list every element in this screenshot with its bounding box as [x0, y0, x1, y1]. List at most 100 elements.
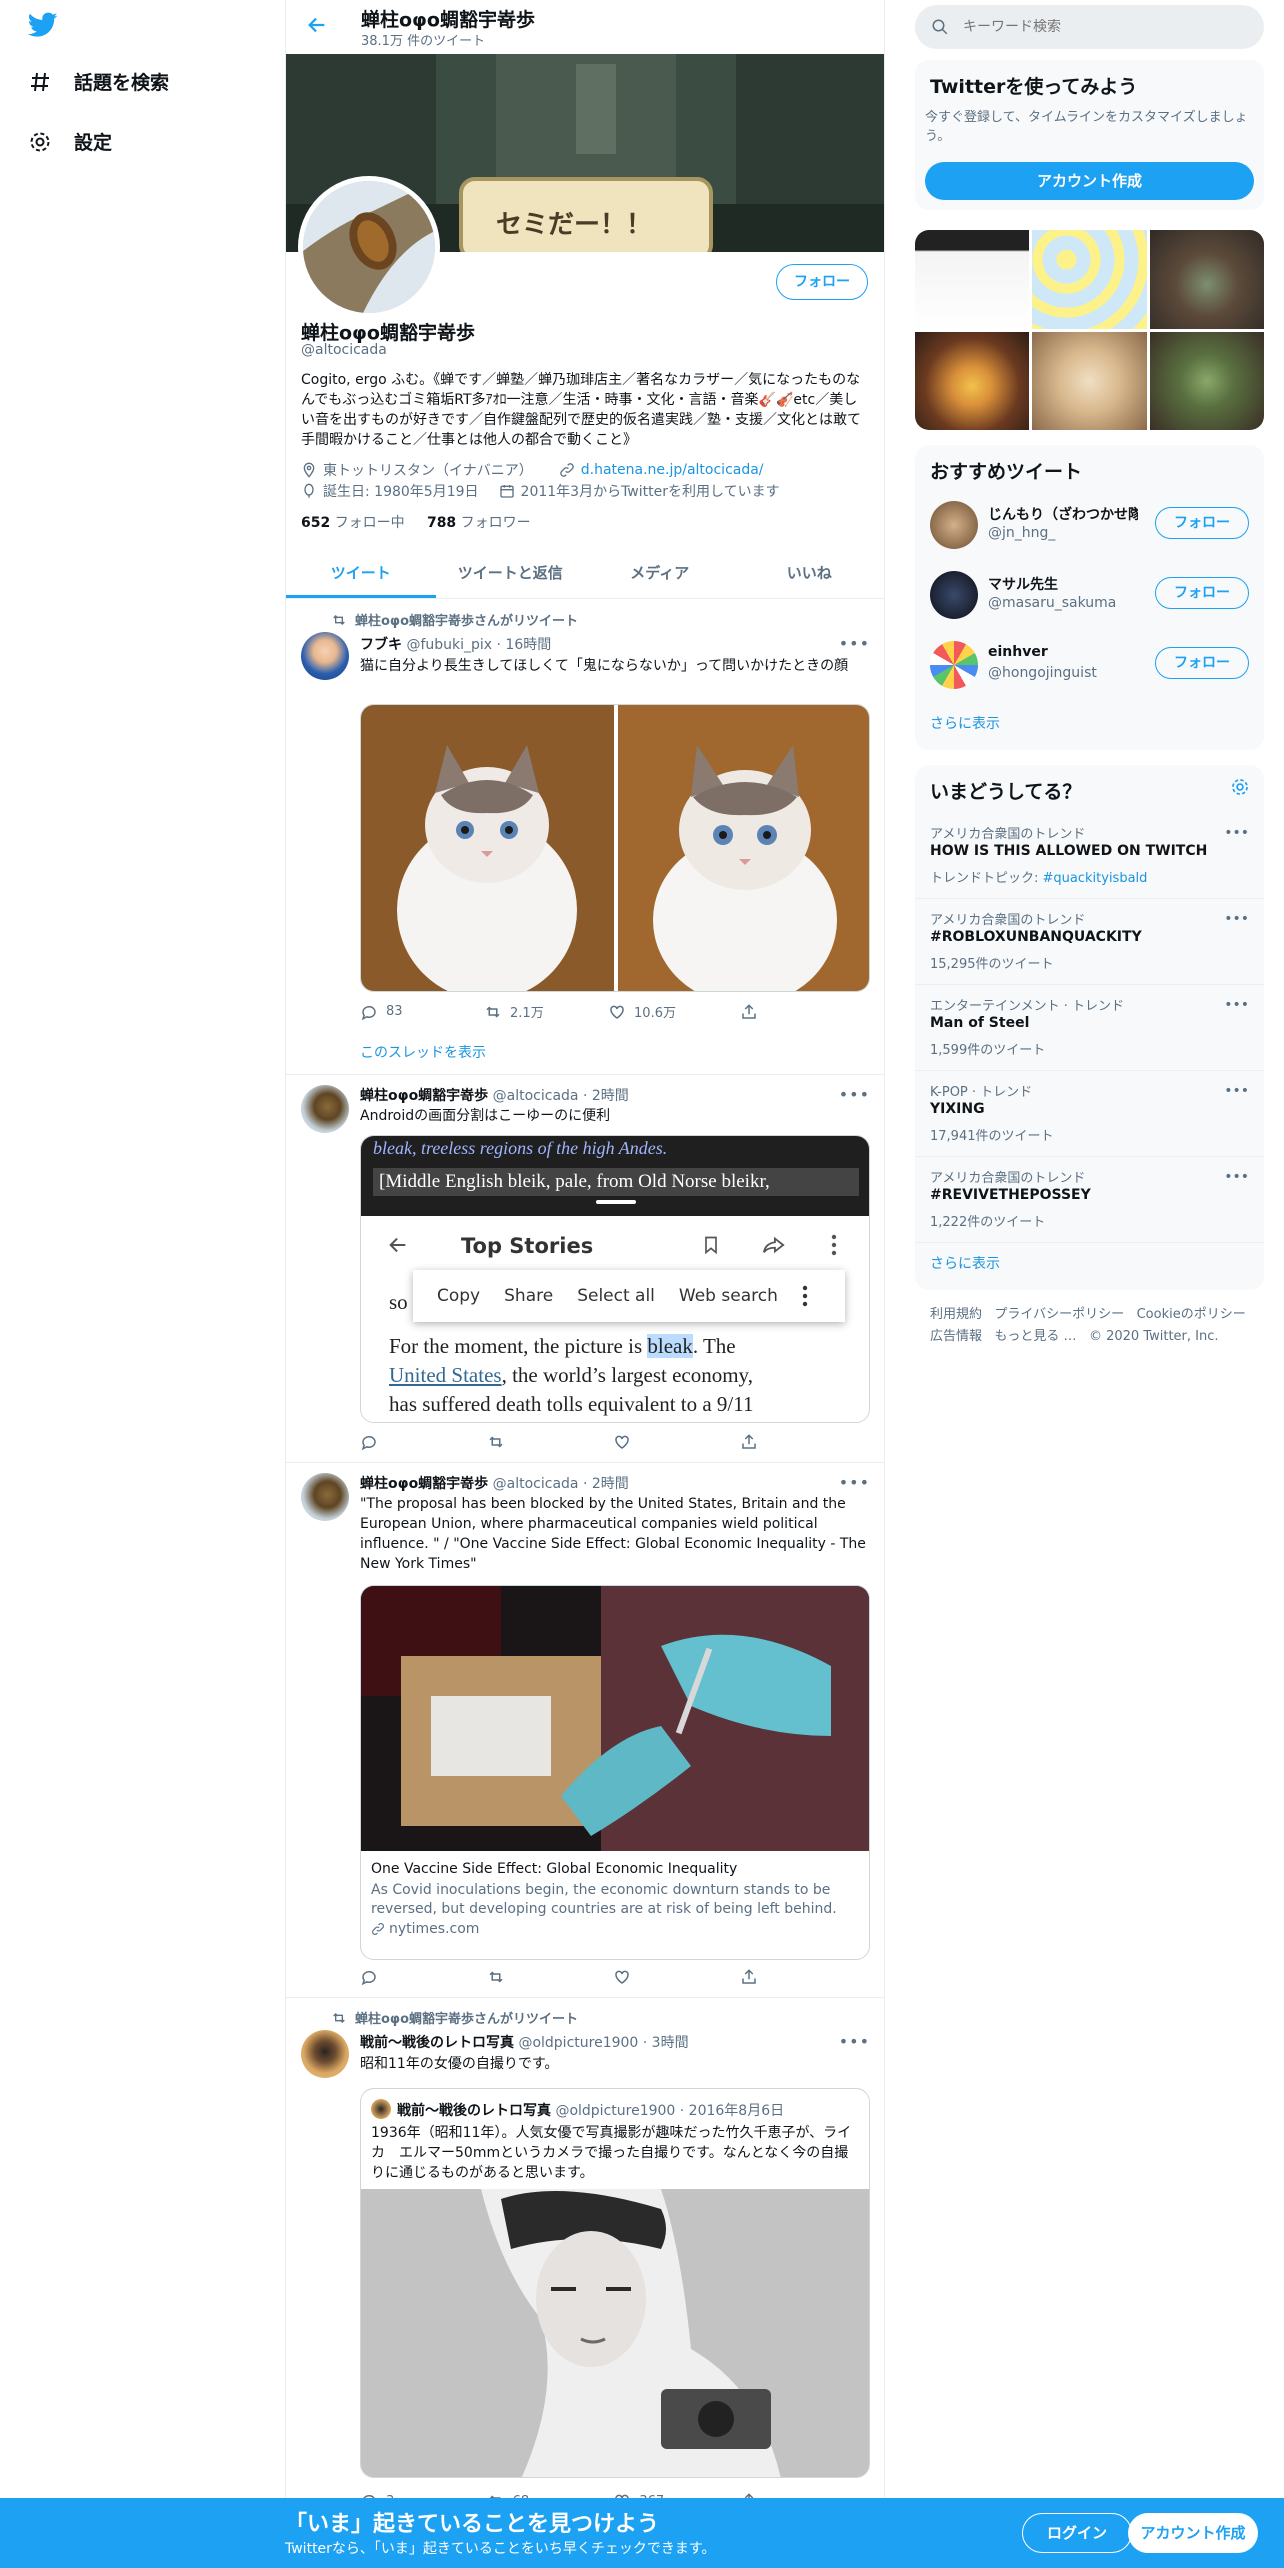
link-card[interactable]: One Vaccine Side Effect: Global Economic… [360, 1585, 870, 1960]
media-thumb[interactable] [1149, 331, 1264, 430]
recommend-user-1[interactable]: じんもり（ざわつかせ隊長） @jn_hng_ フォロー [915, 490, 1264, 560]
login-button[interactable]: ログイン [1022, 2513, 1132, 2553]
following-link[interactable]: 652 フォロー中 [301, 515, 405, 531]
share-button[interactable] [740, 1433, 800, 1451]
share-button[interactable] [740, 1968, 800, 1986]
back-arrow-icon[interactable] [306, 14, 328, 36]
more-options-icon[interactable]: ••• [1224, 911, 1249, 927]
tweet-author-meta[interactable]: @altocicada · 2時間 [493, 1476, 629, 1492]
trend-item[interactable]: K-POP · トレンド YIXING 17,941件のツイート ••• [915, 1071, 1264, 1157]
tab-tweets[interactable]: ツイート [286, 547, 436, 598]
reply-button[interactable]: 83 [360, 1002, 420, 1021]
follow-button[interactable]: フォロー [1155, 507, 1249, 539]
split-handle[interactable] [596, 1200, 636, 1204]
profile-url-link[interactable]: d.hatena.ne.jp/altocicada/ [581, 462, 764, 478]
menu-more-icon[interactable] [802, 1285, 808, 1307]
media-thumb[interactable] [915, 331, 1030, 430]
footer-link[interactable]: プライバシーポリシー [994, 1307, 1124, 1322]
retweet-button[interactable] [487, 1968, 547, 1986]
signup-button[interactable]: アカウント作成 [925, 162, 1254, 200]
recommend-user-3[interactable]: einhver @hongojinguist フォロー [915, 630, 1264, 700]
trend-topic-link[interactable]: #quackityisbald [1043, 871, 1148, 886]
tweet-avatar[interactable] [301, 632, 349, 680]
tweet-avatar[interactable] [301, 1473, 349, 1521]
trend-item[interactable]: エンターテインメント · トレンド Man of Steel 1,599件のツイ… [915, 985, 1264, 1071]
trend-item[interactable]: アメリカ合衆国のトレンド HOW IS THIS ALLOWED ON TWIT… [915, 813, 1264, 899]
tweet-author-name[interactable]: 蝉柱οφο蜩豁宇嵜歩 [360, 1088, 488, 1104]
profile-avatar[interactable] [298, 176, 440, 318]
quoted-tweet[interactable]: 戦前～戦後のレトロ写真 @oldpicture1900 · 2016年8月6日 … [360, 2088, 870, 2478]
article-link[interactable]: United States [389, 1363, 502, 1387]
like-button[interactable]: 10.6万 [608, 1002, 676, 1021]
gear-icon[interactable] [1230, 777, 1250, 797]
followers-link[interactable]: 788 フォロワー [427, 515, 531, 531]
tweet-4[interactable]: 蝉柱οφο蜩豁宇嵜歩さんがリツイート 戦前～戦後のレトロ写真 @oldpictu… [286, 1998, 884, 2568]
footer-link[interactable]: もっと見る … [994, 1329, 1076, 1344]
menu-web-search[interactable]: Web search [679, 1286, 778, 1306]
twitter-logo-icon[interactable] [28, 12, 58, 38]
tweet-avatar[interactable] [301, 1085, 349, 1133]
followers-label: フォロワー [460, 515, 531, 531]
media-thumb[interactable] [915, 230, 1030, 329]
footer-link[interactable]: Cookieのポリシー [1137, 1307, 1246, 1322]
search-box[interactable] [915, 5, 1264, 49]
follow-button[interactable]: フォロー [1155, 577, 1249, 609]
menu-select-all[interactable]: Select all [577, 1286, 655, 1306]
tab-likes[interactable]: いいね [735, 547, 885, 598]
nav-settings[interactable]: 設定 [28, 128, 112, 155]
tweet-screenshot-media[interactable]: bleak, treeless regions of the high Ande… [360, 1135, 870, 1423]
show-thread-link[interactable]: このスレッドを表示 [360, 1042, 486, 1062]
more-options-icon[interactable]: ••• [1224, 825, 1249, 841]
bookmark-icon[interactable] [701, 1234, 721, 1256]
tweet-media-grid[interactable] [360, 704, 870, 992]
back-arrow-icon[interactable] [387, 1234, 409, 1256]
reply-button[interactable] [360, 1433, 420, 1451]
follow-button[interactable]: フォロー [1155, 647, 1249, 679]
trend-item[interactable]: アメリカ合衆国のトレンド #ROBLOXUNBANQUACKITY 15,295… [915, 899, 1264, 985]
more-options-icon[interactable]: ••• [1224, 1083, 1249, 1099]
share-arrow-icon[interactable] [761, 1234, 787, 1256]
overflow-menu-icon[interactable] [831, 1234, 837, 1256]
tweet-avatar[interactable] [301, 2030, 349, 2078]
share-button[interactable] [740, 1002, 800, 1021]
more-options-icon[interactable]: ••• [1224, 997, 1249, 1013]
footer-link[interactable]: 広告情報 [930, 1329, 982, 1344]
tweet-author-name[interactable]: フブキ [360, 637, 402, 653]
retweet-button[interactable]: 2.1万 [484, 1002, 544, 1021]
media-thumb[interactable] [1032, 331, 1147, 430]
menu-copy[interactable]: Copy [437, 1286, 480, 1306]
media-thumb[interactable] [1032, 230, 1147, 329]
menu-share[interactable]: Share [504, 1286, 553, 1306]
recommend-show-more[interactable]: さらに表示 [930, 713, 1000, 733]
recommend-user-2[interactable]: マサル先生 @masaru_sakuma フォロー [915, 560, 1264, 630]
tweet-author-meta[interactable]: @altocicada · 2時間 [493, 1088, 629, 1104]
footer-link[interactable]: 利用規約 [930, 1307, 982, 1322]
profile-follow-button[interactable]: フォロー [776, 264, 868, 300]
tweet-author-name[interactable]: 蝉柱οφο蜩豁宇嵜歩 [360, 1476, 488, 1492]
more-options-icon[interactable]: ••• [1224, 1169, 1249, 1185]
like-button[interactable] [613, 1968, 673, 1986]
tweet-2[interactable]: 蝉柱οφο蜩豁宇嵜歩 @altocicada · 2時間 ••• Android… [286, 1075, 884, 1463]
tweet-author-meta[interactable]: @oldpicture1900 · 3時間 [518, 2035, 688, 2051]
tweet-author-meta[interactable]: @fubuki_pix · 16時間 [406, 637, 551, 653]
bottom-signup-button[interactable]: アカウント作成 [1128, 2513, 1258, 2553]
media-thumb[interactable] [1149, 230, 1264, 329]
reply-button[interactable] [360, 1968, 420, 1986]
like-button[interactable] [613, 1433, 673, 1451]
more-options-icon[interactable]: ••• [839, 2032, 870, 2051]
search-input[interactable] [963, 19, 1243, 35]
recommend-user-handle: @jn_hng_ [988, 525, 1056, 541]
trend-item[interactable]: アメリカ合衆国のトレンド #REVIVETHEPOSSEY 1,222件のツイー… [915, 1157, 1264, 1243]
trends-show-more[interactable]: さらに表示 [930, 1253, 1000, 1273]
nav-explore[interactable]: 話題を検索 [28, 68, 169, 95]
more-options-icon[interactable]: ••• [839, 634, 870, 653]
tweet-3[interactable]: 蝉柱οφο蜩豁宇嵜歩 @altocicada · 2時間 ••• "The pr… [286, 1463, 884, 1998]
tweet-author-name[interactable]: 戦前～戦後のレトロ写真 [360, 2035, 514, 2051]
more-options-icon[interactable]: ••• [839, 1473, 870, 1492]
retweet-button[interactable] [487, 1433, 547, 1451]
tab-tweets-and-replies[interactable]: ツイートと返信 [436, 547, 586, 598]
tweet-1[interactable]: 蝉柱οφο蜩豁宇嵜歩さんがリツイート フブキ @fubuki_pix · 16時… [286, 600, 884, 1075]
tab-media[interactable]: メディア [585, 547, 735, 598]
more-options-icon[interactable]: ••• [839, 1085, 870, 1104]
selected-word[interactable]: bleak [647, 1334, 693, 1358]
